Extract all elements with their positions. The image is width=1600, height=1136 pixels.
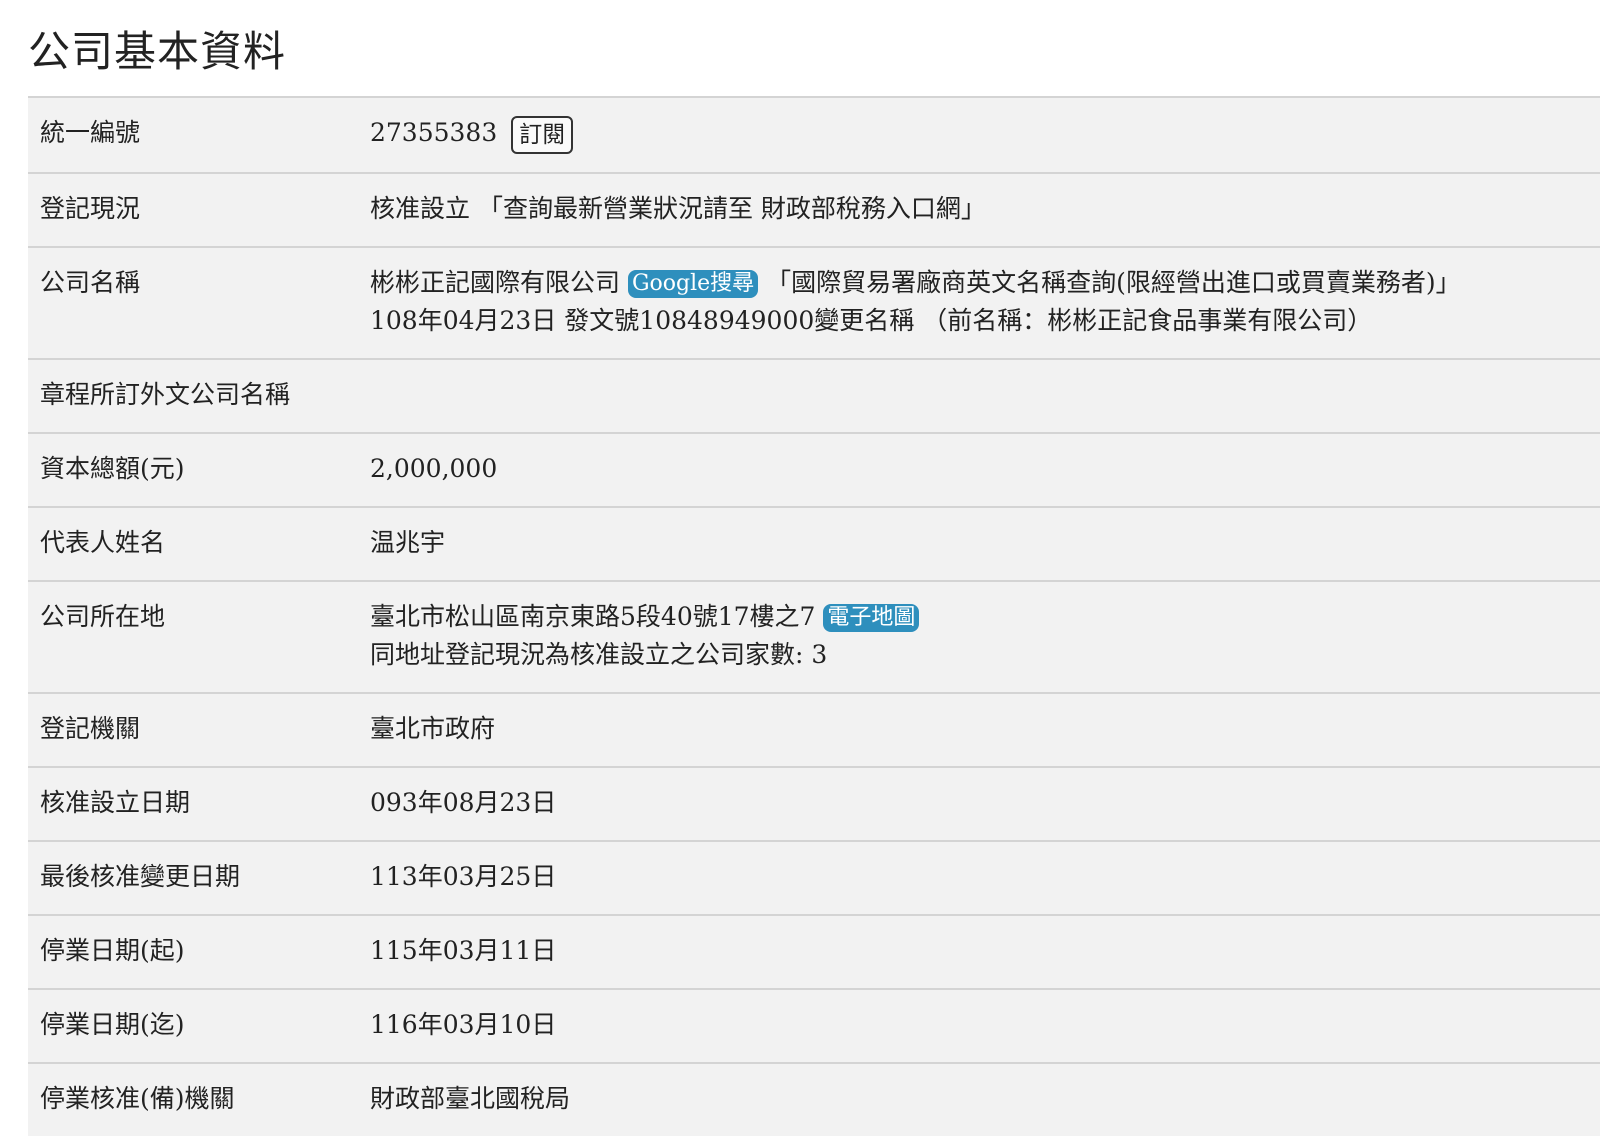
map-button[interactable]: 電子地圖 (823, 604, 920, 632)
row-label: 停業日期(迄) (40, 1009, 185, 1039)
row-capital: 資本總額(元) 2,000,000 (28, 432, 1600, 507)
row-value: 臺北市政府 (370, 713, 496, 743)
row-value: 彬彬正記國際有限公司 Google搜尋 「國際貿易署廠商英文名稱查詢(限經營出進… (370, 247, 1600, 359)
name-change-note: 108年04月23日 發文號10848949000變更名稱 （前名稱：彬彬正記食… (370, 305, 1373, 335)
row-label: 代表人姓名 (40, 527, 166, 557)
row-company-name: 公司名稱 彬彬正記國際有限公司 Google搜尋 「國際貿易署廠商英文名稱查詢(… (28, 246, 1600, 359)
row-value: 116年03月10日 (370, 1009, 557, 1039)
row-address: 公司所在地 臺北市松山區南京東路5段40號17樓之7 電子地圖 同地址登記現況為… (28, 580, 1600, 693)
company-name-line: 彬彬正記國際有限公司 Google搜尋 「國際貿易署廠商英文名稱查詢(限經營出進… (370, 264, 1588, 302)
tax-id-value: 27355383 (370, 118, 498, 147)
google-search-button[interactable]: Google搜尋 (627, 270, 759, 298)
address-line: 臺北市松山區南京東路5段40號17樓之7 電子地圖 (370, 598, 1588, 636)
company-info-table: 統一編號 27355383 訂閱 登記現況 核准設立 「查詢最新營業狀況請至 財… (28, 96, 1600, 1136)
status-value: 核准設立 (370, 193, 471, 223)
row-representative: 代表人姓名 温兆宇 (28, 506, 1600, 581)
row-label: 停業核准(備)機關 (40, 1083, 235, 1113)
row-value: 財政部臺北國稅局 (370, 1083, 571, 1113)
tax-portal-link[interactable]: 「查詢最新營業狀況請至 財政部稅務入口網」 (478, 194, 986, 223)
page-title: 公司基本資料 (28, 27, 287, 76)
row-value: 臺北市松山區南京東路5段40號17樓之7 電子地圖 同地址登記現況為核准設立之公… (370, 581, 1600, 693)
row-approval-date: 核准設立日期 093年08月23日 (28, 766, 1600, 841)
row-suspension-end: 停業日期(迄) 116年03月10日 (28, 988, 1600, 1063)
row-value (370, 359, 1600, 433)
row-label: 公司所在地 (40, 601, 166, 631)
trade-bureau-link[interactable]: 「國際貿易署廠商英文名稱查詢(限經營出進口或買賣業務者)」 (766, 268, 1461, 297)
row-label: 停業日期(起) (40, 935, 185, 965)
row-label: 資本總額(元) (40, 453, 185, 483)
row-label: 統一編號 (40, 118, 141, 147)
row-label: 最後核准變更日期 (40, 861, 241, 891)
row-value: 温兆宇 (370, 527, 446, 557)
row-value: 27355383 訂閱 (370, 97, 1600, 173)
row-label: 登記現況 (40, 193, 141, 223)
row-label: 核准設立日期 (40, 787, 191, 817)
row-value: 093年08月23日 (370, 787, 557, 817)
row-value: 115年03月11日 (370, 935, 557, 965)
row-registration-authority: 登記機關 臺北市政府 (28, 692, 1600, 767)
row-status: 登記現況 核准設立 「查詢最新營業狀況請至 財政部稅務入口網」 (28, 172, 1600, 247)
row-last-change-date: 最後核准變更日期 113年03月25日 (28, 840, 1600, 915)
row-value: 核准設立 「查詢最新營業狀況請至 財政部稅務入口網」 (370, 173, 1600, 247)
row-label: 章程所訂外文公司名稱 (40, 379, 291, 409)
row-tax-id: 統一編號 27355383 訂閱 (28, 97, 1600, 173)
subscribe-button[interactable]: 訂閱 (511, 115, 574, 154)
row-suspension-authority: 停業核准(備)機關 財政部臺北國稅局 (28, 1062, 1600, 1136)
row-label: 公司名稱 (40, 267, 141, 297)
row-foreign-name: 章程所訂外文公司名稱 (28, 358, 1600, 433)
row-value: 113年03月25日 (370, 861, 557, 891)
company-name-value: 彬彬正記國際有限公司 (370, 267, 621, 297)
row-suspension-start: 停業日期(起) 115年03月11日 (28, 914, 1600, 989)
row-label: 登記機關 (40, 713, 141, 743)
same-address-link[interactable]: 同地址登記現況為核准設立之公司家數: 3 (370, 636, 1588, 674)
row-value: 2,000,000 (370, 453, 498, 483)
address-value: 臺北市松山區南京東路5段40號17樓之7 (370, 601, 816, 631)
